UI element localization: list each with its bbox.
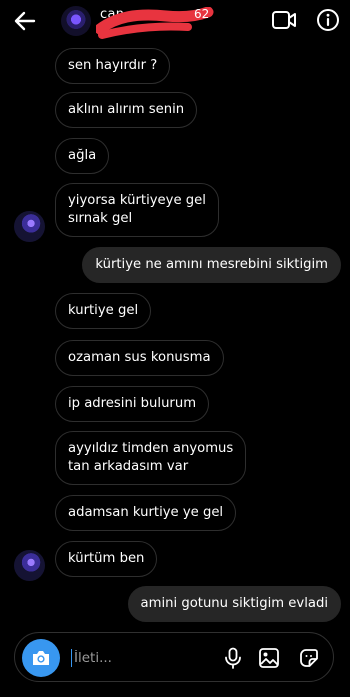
camera-icon xyxy=(33,651,49,665)
microphone-icon[interactable] xyxy=(222,647,244,669)
camera-button[interactable] xyxy=(22,639,60,677)
sender-avatar[interactable] xyxy=(14,211,45,242)
message-incoming[interactable]: sen hayırdır ? xyxy=(55,48,171,84)
sticker-icon[interactable] xyxy=(298,647,320,669)
message-incoming[interactable]: kurtiye gel xyxy=(55,293,152,329)
contact-avatar[interactable] xyxy=(61,6,91,36)
message-incoming[interactable]: kürtüm ben xyxy=(55,541,158,577)
video-call-icon[interactable] xyxy=(271,9,297,31)
sender-avatar[interactable] xyxy=(14,550,45,581)
chat-header: can 62 xyxy=(0,0,350,42)
message-incoming[interactable]: aklını alırım senin xyxy=(55,92,198,128)
gallery-icon[interactable] xyxy=(258,647,280,669)
message-outgoing[interactable]: kürtiye ne amını mesrebini siktigim xyxy=(82,247,341,283)
message-composer xyxy=(14,632,334,682)
info-icon[interactable] xyxy=(316,8,340,32)
contact-name-suffix: 62 xyxy=(194,7,210,21)
text-cursor xyxy=(71,649,72,667)
message-incoming[interactable]: ozaman sus konusma xyxy=(55,340,224,376)
back-arrow-icon[interactable] xyxy=(12,8,38,34)
message-incoming[interactable]: yiyorsa kürtiyeye gel sırnak gel xyxy=(55,183,219,237)
message-incoming[interactable]: ip adresini bulurum xyxy=(55,386,210,422)
message-incoming[interactable]: ayyıldız timden anyomus tan arkadasım va… xyxy=(55,431,247,485)
message-incoming[interactable]: ağla xyxy=(55,138,110,174)
message-input[interactable] xyxy=(74,648,204,668)
message-outgoing[interactable]: amini gotunu siktigim evladi xyxy=(127,586,341,622)
message-incoming[interactable]: adamsan kurtiye ye gel xyxy=(55,495,237,531)
